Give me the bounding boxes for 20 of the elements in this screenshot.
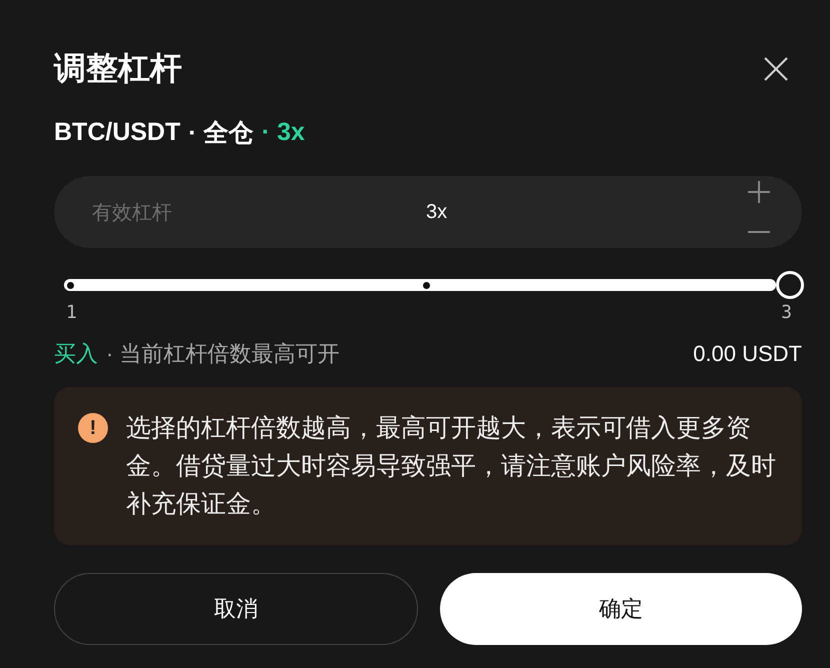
slider-tick-label: 1: [66, 302, 77, 323]
cancel-button[interactable]: 取消: [54, 573, 418, 645]
warning-icon: !: [78, 413, 108, 443]
max-open-label: · 当前杠杆倍数最高可开: [106, 340, 340, 368]
confirm-button[interactable]: 确定: [440, 573, 802, 645]
leverage-field[interactable]: 有效杠杆 3x: [54, 176, 802, 248]
leverage-value: · 3x: [262, 118, 305, 146]
side-label: 买入: [54, 340, 98, 368]
field-label: 有效杠杆: [92, 200, 172, 226]
max-open-value: 0.00 USDT: [693, 341, 802, 367]
field-value: 3x: [426, 200, 448, 224]
plus-icon[interactable]: [746, 179, 772, 205]
slider-track[interactable]: [64, 279, 776, 291]
close-icon[interactable]: [762, 55, 790, 83]
margin-mode: · 全仓: [188, 118, 254, 148]
slider-tick-label: 3: [781, 302, 792, 323]
warning-text: 选择的杠杆倍数越高，最高可开越大，表示可借入更多资金。借贷量过大时容易导致强平，请注意账户风险率，及时补充保证金。: [126, 413, 777, 520]
slider-thumb[interactable]: [776, 271, 804, 299]
trading-pair: BTC/USDT: [54, 118, 180, 146]
dialog-title: 调整杠杆: [54, 49, 182, 88]
